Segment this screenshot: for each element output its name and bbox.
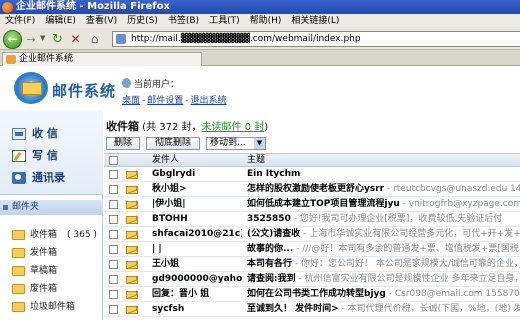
- window-titlebar: 企业邮件系统 - Mozilla Firefox: [0, 0, 520, 14]
- window-title: 企业邮件系统 - Mozilla Firefox: [16, 1, 170, 12]
- inbox-toolbar: 删除 彻底删除 移动到... ▼: [104, 136, 520, 152]
- folder-inbox[interactable]: 收件箱( 365 ): [12, 228, 102, 242]
- home-icon[interactable]: ⌂: [86, 31, 103, 47]
- select-all-checkbox[interactable]: [109, 156, 118, 165]
- envelope-icon: [126, 291, 138, 299]
- contacts-icon: [12, 172, 26, 184]
- envelope-icon: [126, 201, 138, 209]
- folder-icon: [12, 248, 25, 258]
- envelope-icon: [126, 246, 138, 254]
- menu-file[interactable]: 文件(F): [0, 14, 40, 28]
- delete-button[interactable]: 删除: [106, 137, 140, 150]
- mail-list: 发件人 主题 Gbglrydi Ein Itychm 秋小姐> 怎样的股权激励使老板…: [104, 153, 520, 317]
- row-checkbox[interactable]: [109, 185, 118, 194]
- inbox-panel: 收件箱 (共 372 封，未读邮件 0 封) 删除 彻底删除 移动到... ▼ 发…: [104, 110, 520, 320]
- row-checkbox[interactable]: [109, 290, 118, 299]
- folder-section-header: 邮件夹: [0, 200, 103, 215]
- mail-list-header: 发件人 主题: [104, 153, 520, 167]
- tab-favicon-icon: [6, 55, 16, 64]
- mail-header: 邮件系统 当前用户： 桌面 - 邮件设置 - 退出系统: [0, 67, 520, 110]
- mail-row[interactable]: | | 故事的你... - ///@好！本司有多余的普通发+票、增值税发+票[国税…: [104, 242, 520, 257]
- mail-row[interactable]: 回复：晋小 姐如何在公司书类工作成功转型bjyg - Csr098@email.…: [104, 287, 520, 302]
- user-icon: [122, 78, 131, 88]
- forward-arrow-icon[interactable]: →: [24, 33, 38, 47]
- menu-tools[interactable]: 工具(T): [204, 14, 245, 28]
- row-checkbox[interactable]: [109, 245, 118, 254]
- mail-row[interactable]: 秋小姐> 怎样的股权激励使老板更舒心ysrr - rteutcbcvgs@unas…: [104, 182, 520, 197]
- mail-logo: 邮件系统: [14, 72, 124, 106]
- menu-help[interactable]: 帮助(H): [245, 14, 287, 28]
- row-checkbox[interactable]: [109, 200, 118, 209]
- envelope-icon: [22, 82, 42, 95]
- back-arrow-icon[interactable]: ←: [3, 30, 22, 49]
- column-subject[interactable]: 主题: [247, 154, 520, 167]
- compose-mail-button[interactable]: 写 信: [12, 148, 58, 164]
- address-book-button[interactable]: 通讯录: [12, 170, 65, 186]
- folder-spam[interactable]: 垃圾邮件箱: [12, 300, 102, 314]
- row-checkbox[interactable]: [109, 275, 118, 284]
- folder-drafts[interactable]: 草稿箱: [12, 264, 102, 278]
- mail-row[interactable]: sycfsh 至诚到久！ 发件时间> - 本司代理代价税，长诚(下国，%地，(地)…: [104, 302, 520, 317]
- user-info: 当前用户： 桌面 - 邮件设置 - 退出系统: [122, 78, 227, 106]
- mail-row[interactable]: shfacai2010@21c) (公文)请查收 - 上海市华诚实业有限公司经营多…: [104, 227, 520, 242]
- mail-settings-link[interactable]: 邮件设置: [147, 96, 183, 106]
- row-checkbox[interactable]: [109, 260, 118, 269]
- folder-icon: [12, 284, 25, 294]
- mail-row[interactable]: BTOHH 3525850 - 您好!我司可办理企业[税票]，收费较低,先验证后付: [104, 212, 520, 227]
- mail-row[interactable]: gd9000000@yahoo.c请查阅:我到 - 杭州信富实业有限公司是规模性…: [104, 272, 520, 287]
- url-text: http://mail.▓▓▓▓▓▓▓▓▓▓.com/webmail/index…: [131, 34, 361, 44]
- navigation-toolbar: ← → ▼ ↻ ✕ ⌂ http://mail.▓▓▓▓▓▓▓▓▓▓.com/w…: [0, 28, 520, 50]
- sidebar-actions: 收 信 写 信 通讯录: [0, 110, 103, 195]
- url-bar[interactable]: http://mail.▓▓▓▓▓▓▓▓▓▓.com/webmail/index…: [112, 31, 520, 47]
- folder-trash[interactable]: 废件箱: [12, 282, 102, 296]
- menu-links[interactable]: 相关链接(L): [286, 14, 344, 28]
- desktop-link[interactable]: 桌面: [122, 96, 140, 106]
- folder-icon: [12, 230, 25, 240]
- inbox-title: 收件箱 (共 372 封，未读邮件 0 封): [106, 120, 269, 133]
- tab-strip: 企业邮件系统: [0, 50, 520, 66]
- menu-bar: 文件(F) 编辑(E) 查看(V) 历史(S) 书签(B) 工具(T) 帮助(H) 相关链接(…: [0, 14, 520, 28]
- firefox-icon: [2, 2, 13, 13]
- receive-mail-button[interactable]: 收 信: [12, 126, 58, 142]
- folder-sent[interactable]: 发件箱: [12, 246, 102, 260]
- column-from[interactable]: 发件人: [152, 154, 242, 167]
- site-favicon-icon: [116, 34, 126, 44]
- envelope-icon: [126, 306, 138, 314]
- row-checkbox[interactable]: [109, 215, 118, 224]
- inbox-tray-icon: [12, 128, 26, 140]
- purge-button[interactable]: 彻底删除: [146, 137, 200, 150]
- sidebar: 收 信 写 信 通讯录 邮件夹 收件箱( 365 ) 发件箱 草稿箱 废件箱 垃…: [0, 110, 103, 320]
- history-dropdown-icon[interactable]: ▼: [40, 34, 45, 42]
- logo-text: 邮件系统: [52, 82, 117, 100]
- row-checkbox[interactable]: [109, 230, 118, 239]
- unread-link[interactable]: 未读邮件 0 封: [202, 122, 265, 133]
- envelope-icon: [126, 171, 138, 179]
- section-bullet-icon: [3, 205, 8, 210]
- row-checkbox[interactable]: [109, 170, 118, 179]
- row-checkbox[interactable]: [109, 305, 118, 314]
- mail-row[interactable]: |伊小姐| 如何低成本建立TOP项目管理流程jyu - vnitrogfrb@xy…: [104, 197, 520, 212]
- stop-icon[interactable]: ✕: [68, 32, 83, 47]
- pencil-icon: [12, 150, 26, 162]
- folder-icon: [12, 302, 25, 312]
- move-to-select[interactable]: 移动到... ▼: [206, 137, 266, 150]
- menu-bookmarks[interactable]: 书签(B): [163, 14, 204, 28]
- menu-edit[interactable]: 编辑(E): [40, 14, 81, 28]
- tab-mail-system[interactable]: 企业邮件系统: [2, 52, 202, 66]
- envelope-icon: [126, 186, 138, 194]
- tab-label: 企业邮件系统: [19, 54, 74, 64]
- current-user-label: 当前用户：: [134, 80, 180, 90]
- chevron-down-icon: ▼: [254, 138, 265, 149]
- envelope-icon: [126, 216, 138, 224]
- menu-view[interactable]: 查看(V): [81, 14, 122, 28]
- envelope-icon: [126, 261, 138, 269]
- mail-row[interactable]: 王小姐本司有各行 - 你好：您公司好！ 本公司是家规模大/诚信可靠的企业，开拓创…: [104, 257, 520, 272]
- folder-icon: [12, 266, 25, 276]
- menu-history[interactable]: 历史(S): [122, 14, 163, 28]
- reload-icon[interactable]: ↻: [50, 32, 65, 47]
- envelope-icon: [126, 231, 138, 239]
- envelope-icon: [126, 276, 138, 284]
- logout-link[interactable]: 退出系统: [191, 96, 227, 106]
- mail-row[interactable]: Gbglrydi Ein Itychm: [104, 167, 520, 182]
